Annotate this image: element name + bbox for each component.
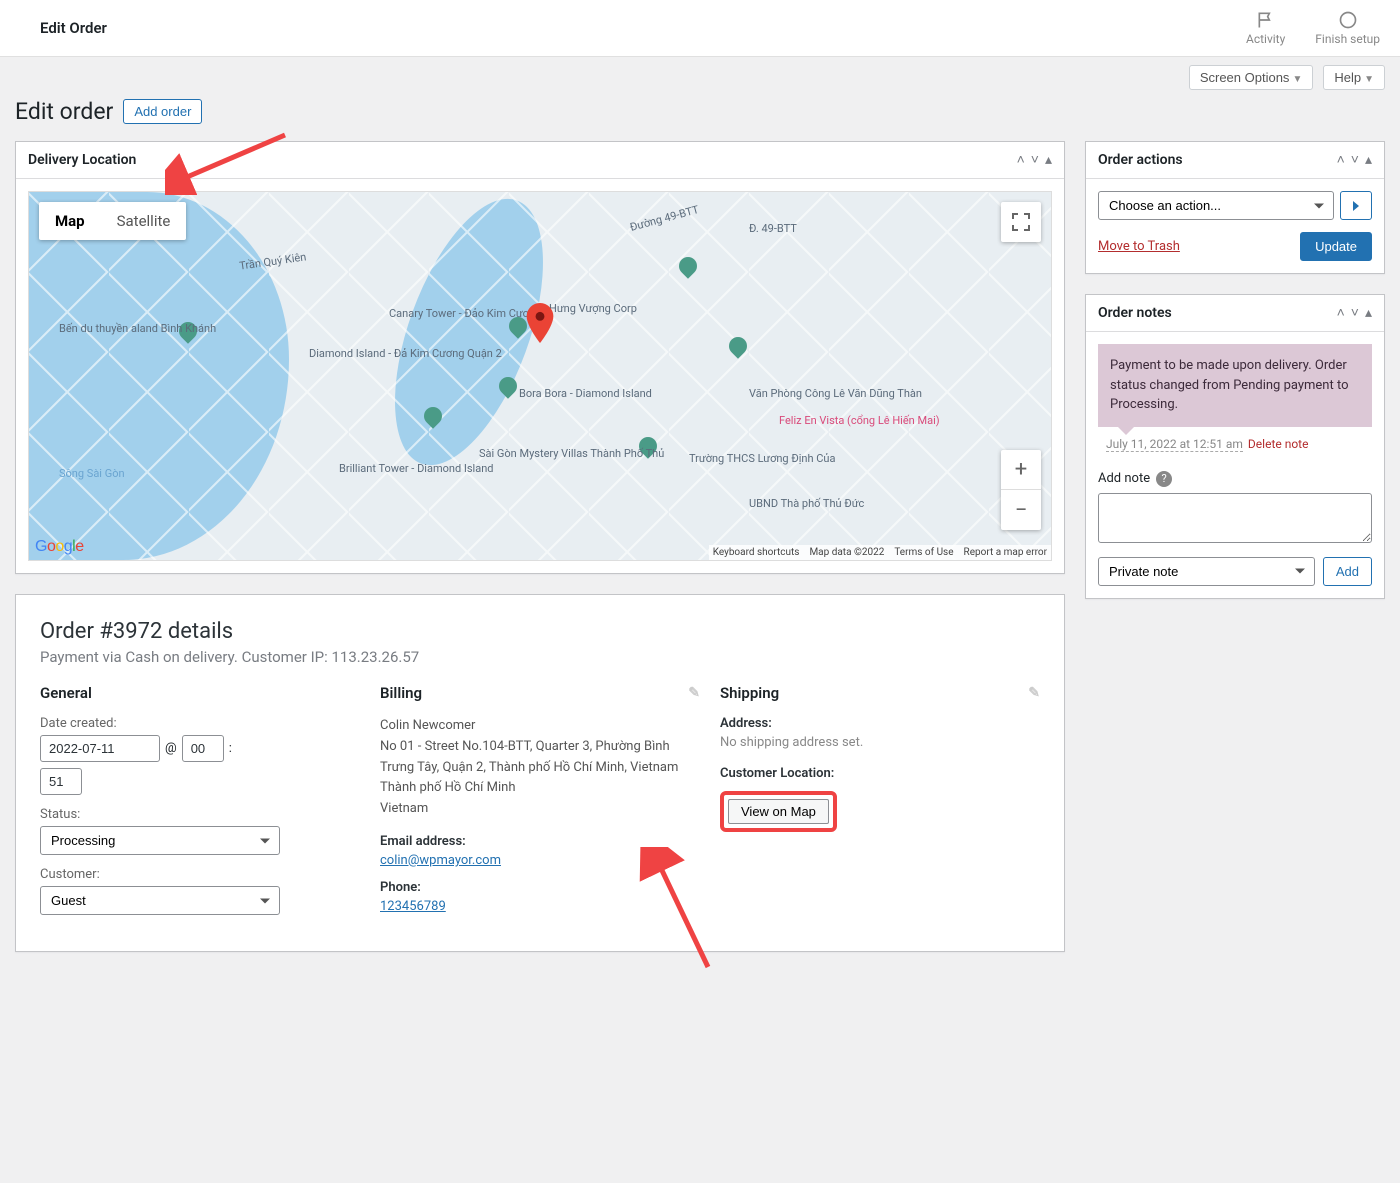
delivery-location-panel: Delivery Location ˄ ˅ ▴	[15, 141, 1065, 574]
map-type-satellite[interactable]: Satellite	[101, 202, 187, 240]
email-link[interactable]: colin@wpmayor.com	[380, 853, 501, 868]
colon-symbol: :	[229, 741, 232, 756]
action-select[interactable]: Choose an action...	[1098, 191, 1334, 220]
view-on-map-button[interactable]: View on Map	[728, 799, 829, 824]
customer-label: Customer:	[40, 867, 360, 882]
triangle-up-icon[interactable]: ▴	[1365, 153, 1372, 167]
delete-note-link[interactable]: Delete note	[1248, 437, 1309, 451]
customer-select[interactable]: Guest	[40, 886, 280, 915]
chevron-down-icon: ▼	[1364, 74, 1374, 85]
run-action-button[interactable]	[1340, 191, 1372, 220]
order-notes-panel: Order notes ˄ ˅ ▴ Payment to be made upon …	[1085, 294, 1385, 599]
minute-input[interactable]	[40, 768, 82, 795]
billing-address: Colin Newcomer No 01 - Street No.104-BTT…	[380, 716, 700, 820]
map-terms-link[interactable]: Terms of Use	[894, 547, 953, 558]
at-symbol: @	[165, 741, 177, 756]
map-attribution: Keyboard shortcuts Map data ©2022 Terms …	[709, 545, 1051, 560]
map-shortcuts-link[interactable]: Keyboard shortcuts	[713, 547, 800, 558]
finish-setup-button[interactable]: Finish setup	[1315, 10, 1380, 46]
page-title: Edit order	[15, 98, 113, 125]
chevron-up-icon[interactable]: ˄	[1337, 306, 1345, 320]
general-heading: General	[40, 684, 360, 702]
no-shipping-text: No shipping address set.	[720, 735, 1040, 750]
map-report-link[interactable]: Report a map error	[964, 547, 1047, 558]
order-actions-panel: Order actions ˄ ˅ ▴ Choose an action... Mo…	[1085, 141, 1385, 274]
billing-heading: Billing	[380, 684, 422, 702]
view-on-map-highlight: View on Map	[720, 791, 837, 832]
map-type-control: Map Satellite	[39, 202, 186, 240]
phone-label: Phone:	[380, 880, 700, 895]
triangle-up-icon[interactable]: ▴	[1365, 306, 1372, 320]
top-bar-title: Edit Order	[40, 19, 107, 37]
triangle-up-icon[interactable]: ▴	[1045, 153, 1052, 167]
help-icon[interactable]: ?	[1156, 471, 1172, 487]
panel-toggles: ˄ ˅ ▴	[1017, 153, 1052, 167]
note-meta: July 11, 2022 at 12:51 am Delete note	[1106, 437, 1372, 451]
pencil-icon[interactable]: ✎	[1028, 685, 1040, 701]
map-fullscreen-button[interactable]	[1001, 202, 1041, 242]
hour-input[interactable]	[182, 735, 224, 762]
shipping-column: Shipping ✎ Address: No shipping address s…	[720, 684, 1040, 927]
note-textarea[interactable]	[1098, 493, 1372, 543]
top-bar: Edit Order Activity Finish setup	[0, 0, 1400, 57]
add-note-button[interactable]: Add	[1323, 557, 1372, 586]
chevron-down-icon[interactable]: ˅	[1351, 306, 1359, 320]
shipping-heading: Shipping	[720, 684, 779, 702]
map-zoom-control: + −	[1001, 450, 1041, 530]
chevron-right-icon	[1351, 201, 1361, 211]
chevron-down-icon: ▼	[1292, 74, 1302, 85]
map-pin-icon	[526, 303, 554, 347]
order-details-panel: Order #3972 details Payment via Cash on …	[15, 594, 1065, 952]
map-place-label: Feliz En Vista (cổng Lê Hiến Mai)	[779, 414, 940, 427]
panel-title: Order notes	[1098, 305, 1172, 321]
map[interactable]: Bến du thuyền aland Bình Khánh Diamond I…	[28, 191, 1052, 561]
note-date: July 11, 2022 at 12:51 am	[1106, 437, 1243, 452]
add-order-button[interactable]: Add order	[123, 99, 202, 124]
panel-title: Order actions	[1098, 152, 1183, 168]
activity-button[interactable]: Activity	[1246, 10, 1285, 46]
update-button[interactable]: Update	[1300, 232, 1372, 261]
phone-link[interactable]: 123456789	[380, 899, 446, 914]
map-roads	[29, 192, 1051, 560]
chevron-up-icon[interactable]: ˄	[1017, 153, 1025, 167]
circle-icon	[1338, 10, 1358, 30]
map-data-text: Map data ©2022	[809, 547, 884, 558]
date-input[interactable]	[40, 735, 160, 762]
google-logo: Google	[35, 538, 84, 556]
date-created-label: Date created:	[40, 716, 360, 731]
order-note: Payment to be made upon delivery. Order …	[1098, 344, 1372, 427]
screen-meta: Screen Options▼ Help▼	[0, 57, 1400, 90]
panel-header: Delivery Location ˄ ˅ ▴	[16, 142, 1064, 179]
fullscreen-icon	[1012, 213, 1030, 231]
general-column: General Date created: @ :	[40, 684, 360, 927]
chevron-down-icon[interactable]: ˅	[1351, 153, 1359, 167]
page-title-row: Edit order Add order	[15, 98, 1385, 125]
add-note-label: Add note	[1098, 471, 1150, 486]
panel-title: Delivery Location	[28, 152, 136, 168]
chevron-up-icon[interactable]: ˄	[1337, 153, 1345, 167]
pencil-icon[interactable]: ✎	[688, 685, 700, 701]
note-type-select[interactable]: Private note	[1098, 557, 1315, 586]
help-button[interactable]: Help▼	[1323, 65, 1385, 90]
screen-options-button[interactable]: Screen Options▼	[1189, 65, 1314, 90]
chevron-down-icon[interactable]: ˅	[1031, 153, 1039, 167]
zoom-out-button[interactable]: −	[1001, 490, 1041, 530]
status-label: Status:	[40, 807, 360, 822]
map-type-map[interactable]: Map	[39, 202, 101, 240]
address-label: Address:	[720, 716, 1040, 731]
zoom-in-button[interactable]: +	[1001, 450, 1041, 490]
flag-icon	[1256, 10, 1276, 30]
email-label: Email address:	[380, 834, 700, 849]
top-bar-right: Activity Finish setup	[1246, 10, 1380, 46]
move-to-trash-link[interactable]: Move to Trash	[1098, 239, 1180, 254]
order-details-title: Order #3972 details	[40, 619, 1040, 644]
customer-location-label: Customer Location:	[720, 766, 1040, 781]
order-details-subtitle: Payment via Cash on delivery. Customer I…	[40, 648, 1040, 666]
status-select[interactable]: Processing	[40, 826, 280, 855]
billing-column: Billing ✎ Colin Newcomer No 01 - Street N…	[380, 684, 700, 927]
